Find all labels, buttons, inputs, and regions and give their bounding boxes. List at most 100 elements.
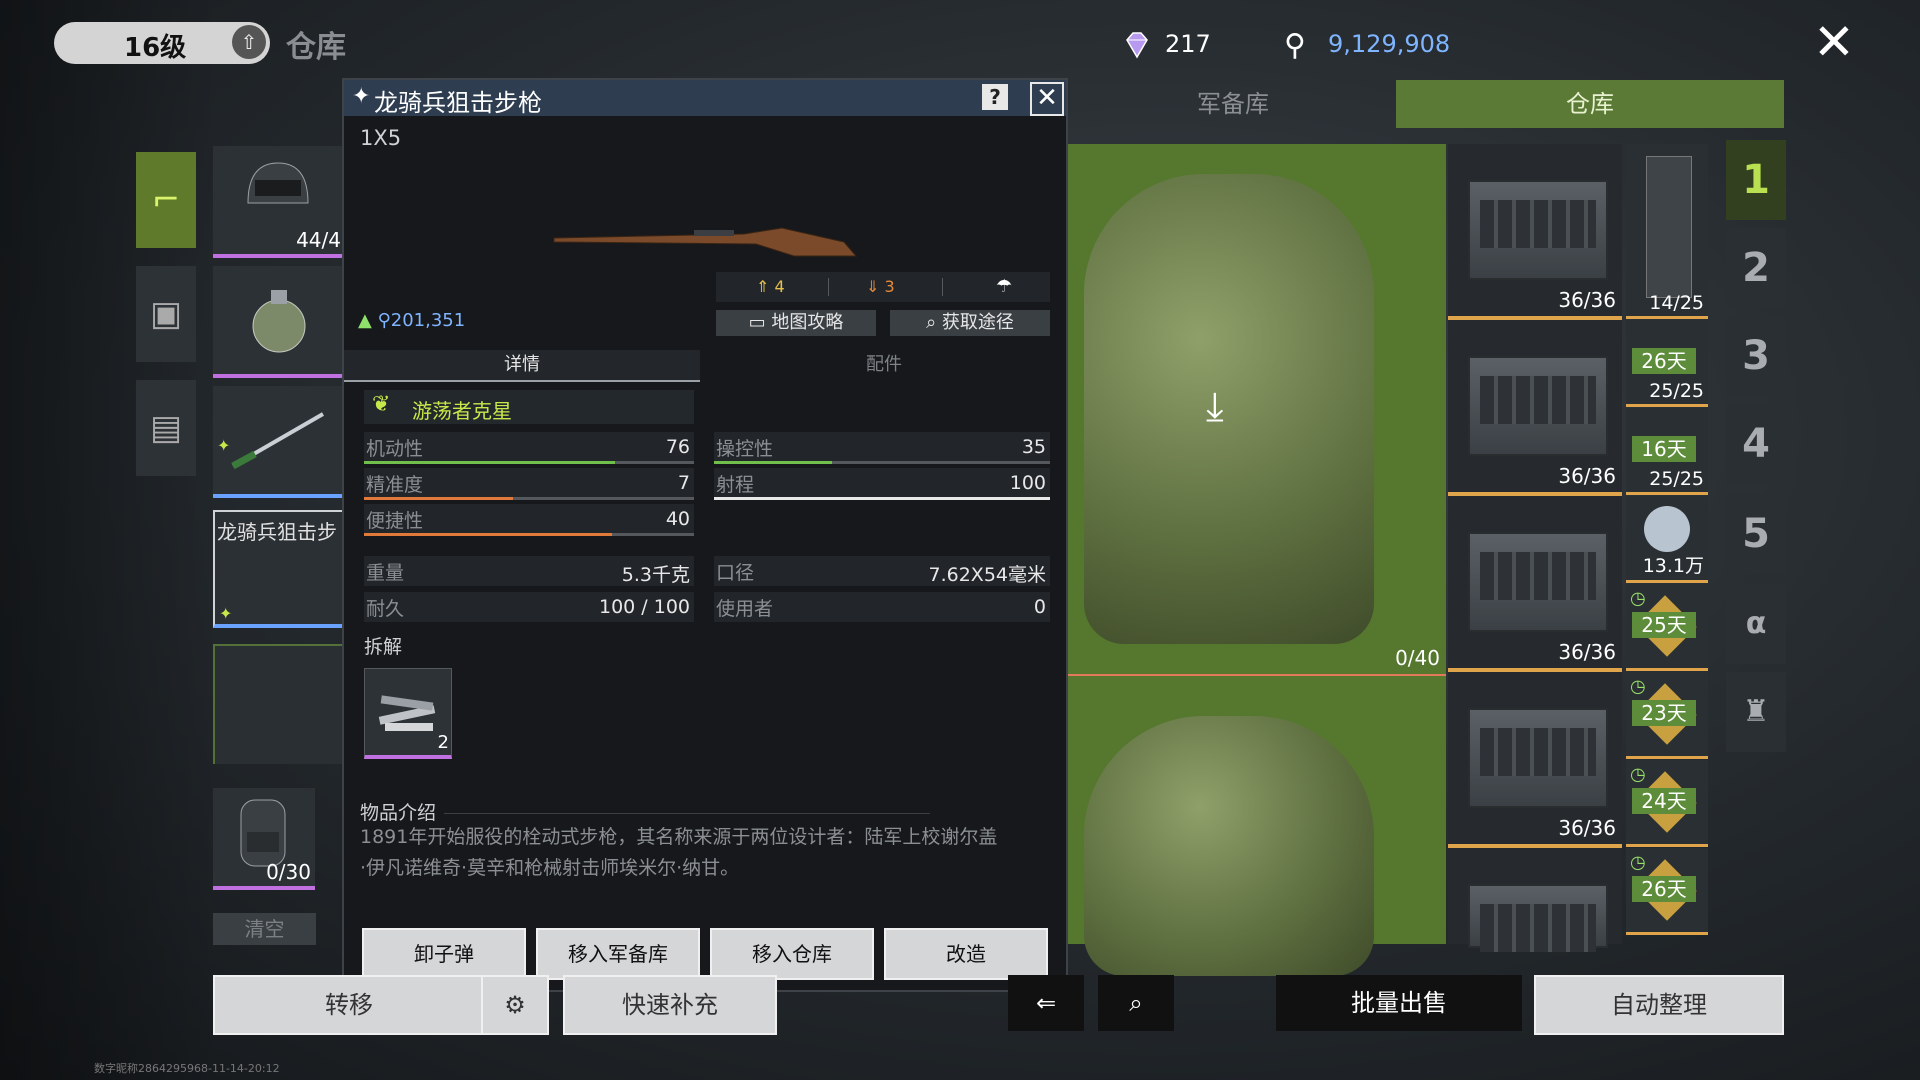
tab-details[interactable]: 详情 — [344, 350, 700, 382]
page-title: 仓库 — [286, 30, 346, 65]
close-icon[interactable]: ✕ — [1810, 17, 1858, 68]
mini-item[interactable]: 13.1万 — [1626, 496, 1708, 583]
mini-ticket[interactable]: ◷ 23天 — [1626, 672, 1708, 759]
modify-button[interactable]: 改造 — [884, 928, 1048, 980]
grade-bar: ⇑ 4 ⇓ 3 ☂ — [716, 272, 1050, 302]
info-value: 100 / 100 — [598, 596, 690, 618]
desc-label: 物品介绍 — [360, 802, 437, 824]
mini-fridge[interactable]: 14/25 — [1626, 144, 1708, 319]
crate-cell[interactable]: 36/36 — [1448, 496, 1622, 672]
mini-ticket[interactable]: ◷ 25天 — [1626, 584, 1708, 671]
day-badge: 26天 — [1632, 876, 1696, 902]
tape-icon — [1644, 506, 1690, 552]
map-guide-label: 地图攻略 — [771, 312, 844, 333]
level-label: 16级 — [124, 33, 187, 63]
tab-armory[interactable]: 军备库 — [1068, 80, 1398, 128]
unload-ammo-button[interactable]: 卸子弹 — [362, 928, 526, 980]
trader-icon[interactable]: ♜ — [1726, 672, 1786, 752]
page-1[interactable]: 1 — [1726, 140, 1786, 220]
move-to-warehouse-button[interactable]: 移入仓库 — [710, 928, 874, 980]
backpack-capacity: 0/40 — [1395, 646, 1440, 670]
level-up-icon[interactable]: ⇧ — [232, 25, 266, 59]
clock-icon: ◷ — [1630, 764, 1646, 785]
storage-backpack-2[interactable] — [1066, 676, 1446, 976]
upgrade-count: 4 — [774, 277, 785, 296]
vest-icon: ▣ — [149, 294, 183, 334]
market-icon: ☂ — [996, 276, 1013, 297]
crate-cell[interactable]: 36/36 — [1448, 320, 1622, 496]
back-arrow-icon[interactable]: ⇐ — [1008, 975, 1084, 1031]
map-icon: ▭ — [748, 312, 772, 333]
alpha-filter-icon[interactable]: α — [1726, 584, 1786, 664]
perk-name: 游荡者克星 — [412, 399, 512, 423]
mini-item[interactable]: 26天 25/25 — [1626, 320, 1708, 407]
crate-image — [1468, 708, 1608, 808]
level-pill[interactable]: 16级 ⇧ — [54, 22, 270, 64]
stat-label: 精准度 — [366, 474, 424, 496]
stat-mobility: 机动性 76 — [364, 432, 694, 464]
price-trend-icon: ▲ — [358, 310, 372, 331]
slot-backpack[interactable]: 0/30 — [213, 788, 315, 890]
slot-empty[interactable] — [213, 644, 349, 764]
transfer-button[interactable]: 转移 — [213, 975, 485, 1035]
settings-icon[interactable]: ⚙ — [481, 975, 549, 1035]
helmet-count: 44/4 — [296, 228, 341, 252]
slot-grenade[interactable] — [213, 266, 345, 378]
page-3[interactable]: 3 — [1726, 316, 1786, 396]
search-icon[interactable]: ⌕ — [1098, 975, 1174, 1031]
price-row: ▲ ⚲201,351 — [358, 310, 465, 331]
crate-cell[interactable] — [1448, 848, 1622, 952]
diamond-count: 217 — [1165, 30, 1211, 58]
page-4[interactable]: 4 — [1726, 404, 1786, 484]
sniper-slot-name: 龙骑兵狙击步 — [217, 520, 337, 544]
auto-sort-button[interactable]: 自动整理 — [1534, 975, 1784, 1035]
day-badge: 23天 — [1632, 700, 1696, 726]
dialog-close-button[interactable]: ✕ — [1030, 82, 1064, 116]
crate-cell[interactable]: 36/36 — [1448, 672, 1622, 848]
perk-icon: ❦ — [372, 392, 391, 417]
helmet-icon — [247, 162, 309, 204]
watermark-text: 数字昵称2864295968-11-14-20:12 — [94, 1062, 280, 1075]
mini-value: 25/25 — [1649, 468, 1704, 490]
stat-value: 35 — [1021, 436, 1046, 458]
crate-cell[interactable]: 36/36 — [1448, 144, 1622, 320]
perk-badge-icon: ✦ — [217, 436, 231, 455]
item-description: 1891年开始服役的栓动式步枪，其名称来源于两位设计者：陆军上校谢尔盖·伊凡诺维… — [360, 826, 998, 879]
perk-badge-icon: ✦ — [219, 604, 233, 623]
clear-button[interactable]: 清空 — [213, 913, 316, 945]
slot-helmet[interactable]: 44/4 — [213, 146, 345, 258]
map-guide-button[interactable]: ▭ 地图攻略 — [716, 310, 876, 336]
category-armor[interactable]: ▣ — [136, 266, 196, 362]
info-label: 耐久 — [366, 598, 405, 620]
day-badge: 24天 — [1632, 788, 1696, 814]
coin-icon: ⚲ — [1284, 28, 1306, 63]
backpack-image — [1084, 174, 1374, 644]
storage-backpack[interactable]: ⤓ 0/40 — [1066, 144, 1446, 677]
category-weapons[interactable]: ⌐ — [136, 152, 196, 248]
mini-ticket[interactable]: ◷ 26天 — [1626, 848, 1708, 935]
category-bags[interactable]: ▤ — [136, 380, 196, 476]
dismantle-item[interactable]: 2 — [364, 668, 452, 759]
mini-ticket[interactable]: ◷ 24天 — [1626, 760, 1708, 847]
clock-icon: ◷ — [1630, 676, 1646, 697]
page-2[interactable]: 2 — [1726, 228, 1786, 308]
info-weight: 重量 5.3千克 — [364, 556, 694, 586]
move-to-armory-button[interactable]: 移入军备库 — [536, 928, 700, 980]
clock-icon: ◷ — [1630, 852, 1646, 873]
mini-item[interactable]: 16天 25/25 — [1626, 408, 1708, 495]
backpack-slot-count: 0/30 — [266, 860, 311, 884]
bulk-sell-button[interactable]: 批量出售 — [1276, 975, 1522, 1031]
page-5[interactable]: 5 — [1726, 494, 1786, 574]
clock-icon: ◷ — [1630, 588, 1646, 609]
get-route-label: 获取途径 — [941, 312, 1014, 333]
quick-refill-button[interactable]: 快速补充 — [563, 975, 777, 1035]
slot-melee[interactable]: ✦ — [213, 386, 345, 498]
stat-fill — [714, 497, 1050, 500]
tab-warehouse[interactable]: 仓库 — [1396, 80, 1784, 128]
get-route-button[interactable]: ⌕ 获取途径 — [890, 310, 1050, 336]
help-button[interactable]: ? — [982, 84, 1008, 110]
crate-image — [1468, 532, 1608, 632]
tab-parts[interactable]: 配件 — [706, 350, 1062, 380]
divider — [444, 813, 930, 814]
slot-sniper-selected[interactable]: 龙骑兵狙击步 ✦ — [213, 510, 349, 628]
